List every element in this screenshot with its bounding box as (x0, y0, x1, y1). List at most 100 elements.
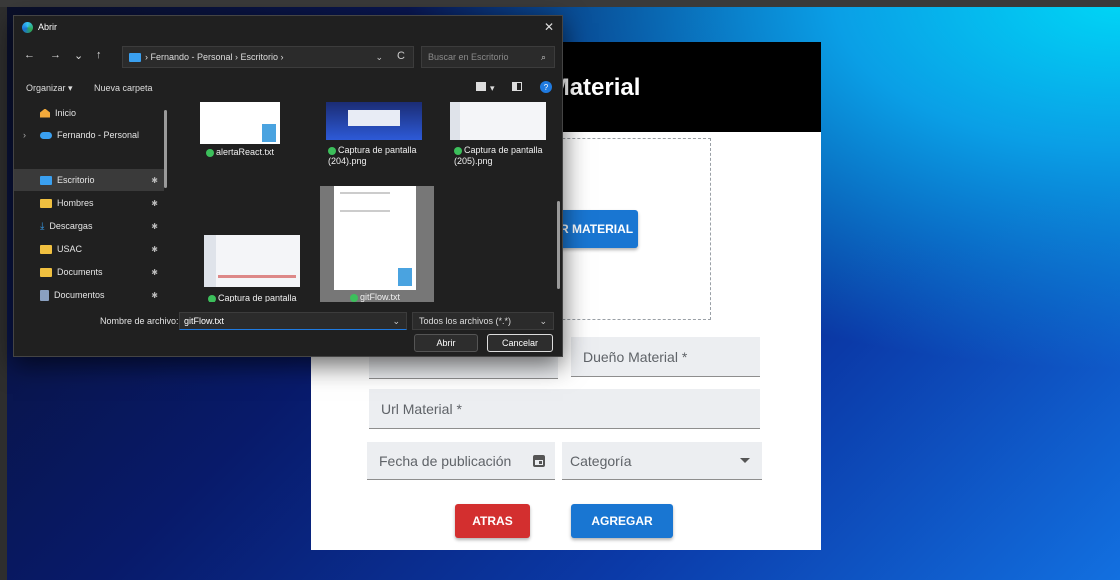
chevron-right-icon[interactable]: › (23, 130, 26, 140)
synced-check-icon (454, 146, 462, 155)
file-name: Captura de pantalla (206).png (208, 293, 312, 302)
owner-material-field[interactable]: Dueño Material * (571, 337, 760, 377)
file-item-selected[interactable]: gitFlow.txt (320, 186, 434, 302)
publish-date-field[interactable]: Fecha de publicación (367, 442, 555, 480)
search-input[interactable]: Buscar en Escritorio ⌕ (421, 46, 555, 68)
file-item[interactable]: Captura de pantalla (205).png (448, 102, 556, 172)
sidebar-item-onedrive[interactable]: › Fernando - Personal (14, 124, 164, 146)
sidebar-item-label: Descargas (49, 221, 93, 231)
calendar-icon[interactable] (533, 454, 545, 467)
synced-check-icon (206, 148, 214, 157)
file-thumbnail (200, 102, 280, 144)
file-name: alertaReact.txt (206, 147, 274, 158)
browser-left-edge (0, 7, 7, 580)
open-button[interactable]: Abrir (414, 334, 478, 352)
dialog-toolbar: Organizar ▾ Nueva carpeta ▾ ? (14, 78, 562, 100)
url-material-label: Url Material * (381, 400, 462, 417)
synced-check-icon (208, 294, 216, 302)
new-folder-button[interactable]: Nueva carpeta (94, 83, 153, 93)
upload-material-button[interactable]: R MATERIAL (550, 210, 638, 248)
chevron-down-icon: ⌄ (539, 315, 547, 326)
file-thumbnail (326, 102, 422, 140)
sidebar-item-descargas[interactable]: ⤓ Descargas ✱ (14, 215, 164, 237)
caret-down-icon (740, 458, 750, 463)
desktop-folder-icon (129, 52, 141, 62)
filetype-select[interactable]: Todos los archivos (*.*) ⌄ (412, 312, 554, 330)
filename-input[interactable]: gitFlow.txt ⌄ (179, 312, 407, 330)
pin-icon[interactable]: ✱ (151, 176, 158, 185)
file-item[interactable]: alertaReact.txt (198, 102, 310, 172)
chevron-down-icon[interactable]: ▾ (490, 83, 495, 94)
back-arrow-icon[interactable]: ← (24, 49, 35, 61)
edge-browser-icon (22, 21, 33, 33)
sidebar-item-usac[interactable]: USAC ✱ (14, 238, 164, 260)
preview-pane-icon[interactable] (512, 82, 522, 91)
category-select[interactable]: Categoría (562, 442, 762, 480)
dialog-title: Abrir (38, 22, 58, 32)
file-name: Captura de pantalla (205).png (454, 145, 543, 166)
search-placeholder: Buscar en Escritorio (428, 52, 509, 62)
sidebar-item-documents[interactable]: Documents ✱ (14, 261, 164, 283)
sidebar-item-label: Inicio (55, 108, 77, 118)
recent-locations-icon[interactable]: ⌄ (74, 49, 83, 62)
filename-value: gitFlow.txt (184, 316, 225, 326)
file-thumbnail (334, 186, 416, 290)
file-list-scrollbar[interactable] (557, 201, 560, 289)
folder-icon (40, 244, 52, 254)
chevron-down-icon[interactable]: ⌄ (375, 52, 383, 63)
chevron-down-icon[interactable]: ⌄ (392, 316, 400, 327)
add-button[interactable]: AGREGAR (571, 504, 673, 538)
publish-date-label: Fecha de publicación (379, 452, 512, 469)
desktop-folder-icon (40, 175, 52, 185)
file-name: gitFlow.txt (350, 292, 400, 302)
dialog-titlebar: Abrir (14, 16, 562, 38)
sidebar-item-label: Hombres (57, 198, 94, 208)
download-icon: ⤓ (40, 220, 45, 232)
sidebar-item-label: Fernando - Personal (57, 130, 140, 140)
sidebar-item-escritorio[interactable]: Escritorio ✱ (14, 169, 164, 191)
forward-arrow-icon[interactable]: → (50, 49, 61, 61)
pin-icon[interactable]: ✱ (151, 245, 158, 254)
dialog-navbar: ← → ⌄ ↑ › Fernando - Personal › Escritor… (14, 44, 562, 70)
organize-menu[interactable]: Organizar ▾ (26, 83, 73, 94)
file-open-dialog: Abrir ✕ ← → ⌄ ↑ › Fernando - Personal › … (13, 15, 563, 357)
up-arrow-icon[interactable]: ↑ (96, 49, 102, 61)
sidebar-item-hombres[interactable]: Hombres ✱ (14, 192, 164, 214)
sidebar-item-label: USAC (57, 244, 83, 254)
cancel-button[interactable]: Cancelar (487, 334, 553, 352)
folder-icon (40, 267, 52, 277)
notepad-icon (262, 124, 276, 142)
folder-icon (40, 198, 52, 208)
file-item[interactable]: Captura de pantalla (206).png (198, 227, 310, 302)
sidebar-item-documentos[interactable]: Documentos ✱ (14, 284, 164, 302)
file-name: Captura de pantalla (204).png (328, 145, 417, 166)
dialog-footer: Nombre de archivo: gitFlow.txt ⌄ Todos l… (14, 308, 562, 356)
home-icon (40, 108, 50, 118)
filetype-value: Todos los archivos (*.*) (419, 316, 512, 326)
sidebar-item-label: Documents (57, 267, 103, 277)
url-material-field[interactable]: Url Material * (369, 389, 760, 429)
search-icon: ⌕ (540, 51, 546, 62)
back-button[interactable]: ATRAS (455, 504, 530, 538)
file-item[interactable]: Captura de pantalla (204).png (324, 102, 436, 172)
documents-icon (40, 289, 49, 301)
file-thumbnail (450, 102, 546, 140)
synced-check-icon (328, 146, 336, 155)
file-list: alertaReact.txt Captura de pantalla (204… (176, 102, 556, 302)
refresh-icon[interactable]: C (397, 50, 405, 62)
sidebar-scrollbar[interactable] (164, 110, 167, 188)
cloud-icon (40, 131, 52, 139)
close-icon[interactable]: ✕ (544, 20, 554, 34)
pin-icon[interactable]: ✱ (151, 222, 158, 231)
synced-check-icon (350, 293, 358, 302)
category-label: Categoría (570, 452, 632, 469)
view-mode-icon[interactable] (476, 82, 486, 91)
address-bar[interactable]: › Fernando - Personal › Escritorio › ⌄ C (122, 46, 414, 68)
sidebar-item-inicio[interactable]: Inicio (14, 102, 164, 124)
pin-icon[interactable]: ✱ (151, 199, 158, 208)
pin-icon[interactable]: ✱ (151, 291, 158, 300)
sidebar-item-label: Documentos (54, 290, 105, 300)
file-thumbnail (204, 235, 300, 287)
help-icon[interactable]: ? (540, 81, 552, 93)
pin-icon[interactable]: ✱ (151, 268, 158, 277)
